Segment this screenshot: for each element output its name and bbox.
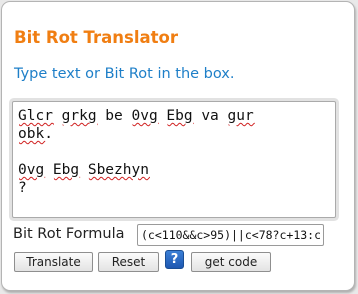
get-code-button[interactable]: get code bbox=[191, 252, 271, 272]
instruction-text: Type text or Bit Rot in the box. bbox=[14, 66, 235, 82]
text-box: Glcr grkg be 0vg Ebg va gur obk. 0vg Ebg… bbox=[12, 101, 336, 218]
reset-button[interactable]: Reset bbox=[98, 252, 159, 272]
question-mark-icon[interactable]: ? bbox=[165, 250, 184, 269]
translate-button[interactable]: Translate bbox=[14, 252, 93, 272]
formula-row: Bit Rot Formula bbox=[13, 224, 353, 248]
text-input[interactable] bbox=[13, 102, 335, 217]
formula-input[interactable] bbox=[137, 224, 324, 246]
formula-label: Bit Rot Formula bbox=[13, 226, 125, 242]
app-title: Bit Rot Translator bbox=[14, 28, 178, 47]
